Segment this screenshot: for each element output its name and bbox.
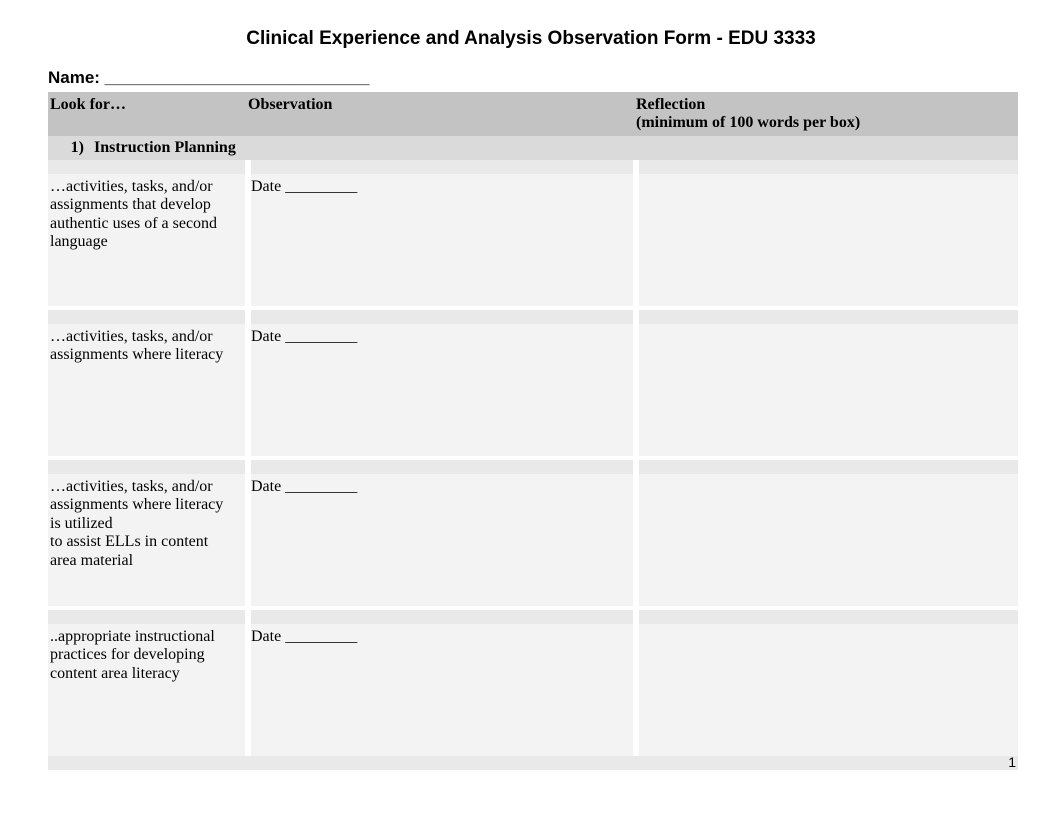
spacer-row: [48, 160, 1018, 174]
table-row: …activities, tasks, and/or assignments w…: [48, 474, 1018, 606]
lookfor-text-line1: …activities, tasks, and/or assignments w…: [50, 478, 223, 532]
table-header-row: Look for… Observation Reflection (minimu…: [48, 92, 1018, 136]
header-reflection-line1: Reflection: [636, 96, 705, 113]
table-row: …activities, tasks, and/or assignments t…: [48, 174, 1018, 306]
lookfor-cell: ..appropriate instructional practices fo…: [48, 624, 248, 756]
lookfor-text-line2: to assist ELLs in content area material: [50, 533, 208, 568]
content-wrapper: Name: ____________________________ Look …: [0, 68, 1062, 770]
spacer-row: [48, 610, 1018, 624]
lookfor-cell: …activities, tasks, and/or assignments t…: [48, 174, 248, 306]
page-title: Clinical Experience and Analysis Observa…: [0, 0, 1062, 68]
header-observation: Observation: [248, 92, 636, 136]
page-number: 1: [1008, 754, 1016, 770]
observation-cell: Date _________: [248, 474, 636, 606]
section-row: 1)Instruction Planning: [48, 136, 1018, 160]
section-cell: 1)Instruction Planning: [48, 136, 1018, 160]
observation-cell: Date _________: [248, 624, 636, 756]
spacer-row: [48, 310, 1018, 324]
lookfor-cell: …activities, tasks, and/or assignments w…: [48, 324, 248, 456]
header-reflection-line2: (minimum of 100 words per box): [636, 114, 860, 131]
section-title: Instruction Planning: [94, 139, 236, 156]
reflection-cell: [636, 324, 1018, 456]
observation-cell: Date _________: [248, 324, 636, 456]
reflection-cell: [636, 624, 1018, 756]
observation-table: Look for… Observation Reflection (minimu…: [48, 92, 1018, 770]
table-row: ..appropriate instructional practices fo…: [48, 624, 1018, 756]
name-field-label: Name: ____________________________: [48, 68, 1018, 92]
header-lookfor: Look for…: [48, 92, 248, 136]
spacer-row: [48, 756, 1018, 770]
spacer-row: [48, 460, 1018, 474]
lookfor-cell: …activities, tasks, and/or assignments w…: [48, 474, 248, 606]
header-reflection: Reflection (minimum of 100 words per box…: [636, 92, 1018, 136]
reflection-cell: [636, 474, 1018, 606]
section-number: 1): [48, 139, 94, 157]
observation-cell: Date _________: [248, 174, 636, 306]
table-row: …activities, tasks, and/or assignments w…: [48, 324, 1018, 456]
reflection-cell: [636, 174, 1018, 306]
